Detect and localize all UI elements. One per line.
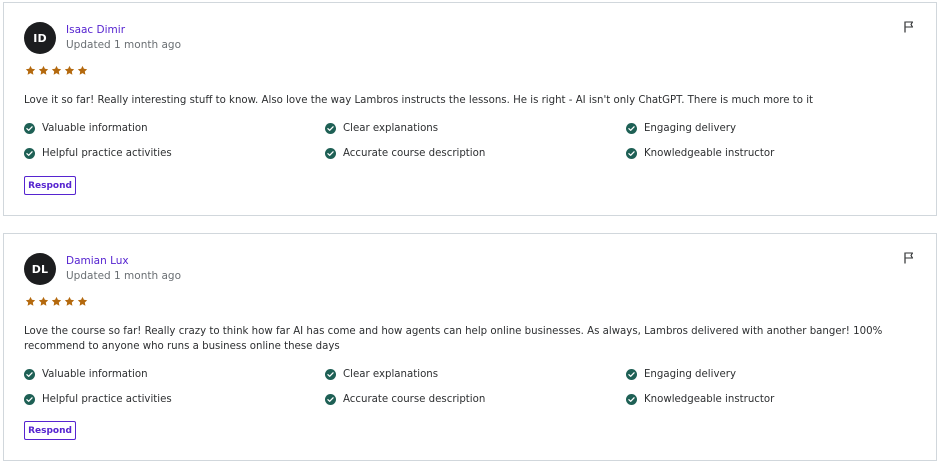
check-circle-icon — [626, 368, 637, 380]
review-text: Love the course so far! Really crazy to … — [24, 326, 883, 352]
flag-icon[interactable] — [902, 251, 916, 265]
star-icon — [38, 65, 49, 75]
star-icon — [64, 65, 75, 75]
feature-label: Engaging delivery — [644, 368, 736, 380]
feature-label: Helpful practice activities — [42, 393, 172, 405]
feature-label: Engaging delivery — [644, 122, 736, 134]
respond-button[interactable]: Respond — [24, 176, 76, 195]
feature-label: Clear explanations — [343, 122, 439, 134]
star-icon — [25, 65, 36, 75]
check-circle-icon — [24, 122, 35, 134]
feature-item: Accurate course description — [325, 393, 626, 405]
check-circle-icon — [24, 147, 35, 159]
check-circle-icon — [325, 368, 336, 380]
check-circle-icon — [626, 393, 637, 405]
avatar: DL — [24, 253, 56, 285]
feature-list: Valuable information Clear explanations … — [24, 368, 924, 405]
check-circle-icon — [325, 122, 336, 134]
star-icon — [77, 296, 88, 306]
star-icon — [51, 65, 62, 75]
feature-list: Valuable information Clear explanations … — [24, 122, 924, 159]
star-icon — [25, 296, 36, 306]
feature-item: Knowledgeable instructor — [626, 147, 924, 159]
feature-item: Helpful practice activities — [24, 147, 325, 159]
review-card: ID Isaac Dimir Updated 1 month ago Love … — [3, 2, 937, 216]
check-circle-icon — [626, 147, 637, 159]
feature-item: Engaging delivery — [626, 122, 924, 134]
check-circle-icon — [24, 368, 35, 380]
feature-item: Valuable information — [24, 368, 325, 380]
check-circle-icon — [626, 122, 637, 134]
feature-label: Helpful practice activities — [42, 147, 172, 159]
feature-item: Valuable information — [24, 122, 325, 134]
feature-item: Helpful practice activities — [24, 393, 325, 405]
feature-label: Accurate course description — [343, 393, 486, 405]
star-icon — [64, 296, 75, 306]
star-icon — [38, 296, 49, 306]
feature-item: Knowledgeable instructor — [626, 393, 924, 405]
reviewer-name[interactable]: Isaac Dimir — [66, 24, 125, 36]
feature-item: Accurate course description — [325, 147, 626, 159]
check-circle-icon — [24, 393, 35, 405]
check-circle-icon — [325, 393, 336, 405]
review-card: DL Damian Lux Updated 1 month ago Love t… — [3, 233, 937, 461]
feature-label: Knowledgeable instructor — [644, 147, 775, 159]
review-text: Love it so far! Really interesting stuff… — [24, 95, 814, 106]
star-icon — [51, 296, 62, 306]
feature-label: Valuable information — [42, 368, 148, 380]
review-updated-time: Updated 1 month ago — [66, 270, 181, 282]
respond-button[interactable]: Respond — [24, 421, 76, 440]
feature-item: Clear explanations — [325, 122, 626, 134]
feature-label: Valuable information — [42, 122, 148, 134]
flag-icon[interactable] — [902, 20, 916, 34]
reviewer-name[interactable]: Damian Lux — [66, 255, 129, 267]
star-icon — [77, 65, 88, 75]
review-updated-time: Updated 1 month ago — [66, 39, 181, 51]
feature-label: Knowledgeable instructor — [644, 393, 775, 405]
star-rating — [25, 65, 88, 76]
feature-item: Engaging delivery — [626, 368, 924, 380]
feature-item: Clear explanations — [325, 368, 626, 380]
feature-label: Accurate course description — [343, 147, 486, 159]
avatar: ID — [24, 22, 56, 54]
check-circle-icon — [325, 147, 336, 159]
star-rating — [25, 296, 88, 307]
feature-label: Clear explanations — [343, 368, 439, 380]
